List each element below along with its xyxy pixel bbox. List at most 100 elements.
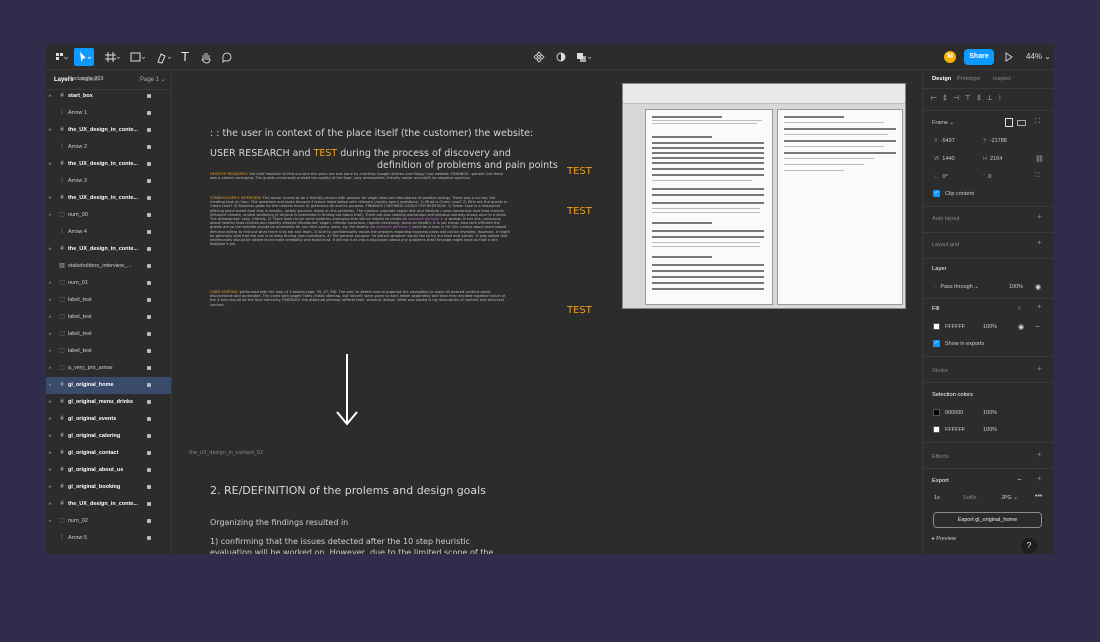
hand-tool-icon[interactable] [198, 48, 214, 66]
lock-icon[interactable] [147, 264, 151, 268]
text-tool-icon[interactable]: T [178, 48, 192, 66]
add-export-icon[interactable]: + [1037, 474, 1042, 483]
lock-icon[interactable] [147, 502, 151, 506]
layer-row[interactable]: ▸ # start_box [46, 88, 171, 105]
expand-caret-icon[interactable]: ▸ [49, 292, 52, 309]
layer-row[interactable]: ▸ # the_UX_design_in_conte... [46, 122, 171, 139]
fill-visibility-icon[interactable]: ◉ [1018, 323, 1024, 331]
x-field[interactable]: X -5497 [934, 138, 955, 144]
main-menu-icon[interactable] [52, 48, 68, 66]
expand-caret-icon[interactable]: ▸ [49, 428, 52, 445]
expand-caret-icon[interactable]: ▸ [49, 513, 52, 530]
fill-styles-icon[interactable]: ⁘ [1017, 305, 1022, 312]
tab-inspect[interactable]: Inspect [993, 76, 1011, 82]
constrain-proportions-icon[interactable]: ⛓ [1035, 155, 1044, 163]
add-fill-icon[interactable]: + [1037, 302, 1042, 311]
lock-icon[interactable] [147, 485, 151, 489]
lock-icon[interactable] [147, 332, 151, 336]
layer-row[interactable]: ▨ stakeholders_interview_... [46, 258, 171, 275]
lock-icon[interactable] [147, 383, 151, 387]
stakeholders-interview-image[interactable] [622, 83, 906, 309]
shape-tool-icon[interactable] [128, 48, 148, 66]
tab-prototype[interactable]: Prototype [957, 76, 981, 82]
help-button[interactable]: ? [1021, 538, 1037, 554]
mask-icon[interactable] [554, 48, 568, 66]
expand-caret-icon[interactable]: ▸ [49, 275, 52, 292]
lock-icon[interactable] [147, 349, 151, 353]
layer-row[interactable]: ⁞ Arrow 5 [46, 530, 171, 547]
user-avatar[interactable]: M [944, 51, 956, 63]
lock-icon[interactable] [147, 145, 151, 149]
expand-caret-icon[interactable]: ▸ [49, 190, 52, 207]
expand-caret-icon[interactable]: ▸ [49, 309, 52, 326]
layer-row[interactable]: ▸ # gl_original_home [46, 377, 171, 394]
export-button[interactable]: Export gl_original_home [933, 512, 1042, 528]
expand-caret-icon[interactable]: ▸ [49, 411, 52, 428]
add-auto-layout-icon[interactable]: + [1037, 212, 1042, 221]
expand-caret-icon[interactable]: ▸ [49, 496, 52, 513]
remove-export-icon[interactable]: − [1017, 475, 1022, 484]
resize-icon[interactable]: ⛶ [1035, 118, 1040, 126]
preview-toggle[interactable]: ▸ Preview [932, 536, 956, 542]
lock-icon[interactable] [147, 536, 151, 540]
layer-row[interactable]: ▸ ⬚ num_02 [46, 513, 171, 530]
expand-caret-icon[interactable]: ▸ [49, 122, 52, 139]
remove-fill-icon[interactable]: − [1035, 322, 1040, 331]
export-scale[interactable]: 1x [934, 495, 940, 501]
lock-icon[interactable] [147, 128, 151, 132]
zoom-dropdown[interactable]: 44% ⌄ [1026, 49, 1051, 65]
selection-color-hex[interactable]: FFFFFF [945, 427, 965, 433]
layer-row[interactable]: ▸ # the_UX_design_in_conte... [46, 241, 171, 258]
expand-caret-icon[interactable]: ▸ [49, 462, 52, 479]
comment-tool-icon[interactable] [220, 48, 234, 66]
export-more-icon[interactable]: ••• [1035, 493, 1042, 500]
layer-row[interactable]: ▭ Rectangle 203 [46, 71, 171, 88]
expand-caret-icon[interactable]: ▸ [49, 479, 52, 496]
rotation-field[interactable]: ∟ 0° [934, 174, 948, 180]
portrait-icon[interactable] [1005, 118, 1013, 127]
eye-icon[interactable]: ◉ [1035, 283, 1041, 291]
layer-row[interactable]: ▸ # the_UX_design_in_conte... [46, 496, 171, 513]
expand-caret-icon[interactable]: ▸ [49, 360, 52, 377]
selection-color-swatch[interactable] [933, 409, 940, 416]
layer-row[interactable]: ▸ # the_UX_design_in_conte... [46, 156, 171, 173]
lock-icon[interactable] [147, 213, 151, 217]
layer-row[interactable]: ▸ ⬚ num_01 [46, 275, 171, 292]
export-format-dropdown[interactable]: JPG ⌄ [1001, 495, 1018, 501]
frame-name-label[interactable]: the_UX_design_in_context_02 [189, 450, 263, 456]
layer-row[interactable]: ▸ # gl_original_events [46, 411, 171, 428]
layer-row[interactable]: ⁞ Arrow 1 [46, 105, 171, 122]
expand-caret-icon[interactable]: ▸ [49, 207, 52, 224]
expand-caret-icon[interactable]: ▸ [49, 343, 52, 360]
expand-caret-icon[interactable]: ▸ [49, 156, 52, 173]
layer-row[interactable]: ▸ ⬚ label_test [46, 326, 171, 343]
clip-content-checkbox[interactable]: ✓ [933, 190, 940, 197]
layer-row[interactable]: ▸ ⬚ label_test [46, 343, 171, 360]
lock-icon[interactable] [147, 230, 151, 234]
selection-color-swatch[interactable] [933, 426, 940, 433]
y-field[interactable]: Y -21788 [983, 138, 1007, 144]
boolean-icon[interactable] [574, 48, 594, 66]
fill-swatch[interactable] [933, 323, 940, 330]
selection-color-opacity[interactable]: 100% [983, 427, 997, 433]
lock-icon[interactable] [147, 162, 151, 166]
show-in-exports-checkbox[interactable]: ✓ [933, 340, 940, 347]
lock-icon[interactable] [147, 451, 151, 455]
lock-icon[interactable] [147, 94, 151, 98]
tab-design[interactable]: Design [932, 76, 951, 82]
layer-row[interactable]: ▸ ⬚ num_00 [46, 207, 171, 224]
lock-icon[interactable] [147, 417, 151, 421]
expand-caret-icon[interactable]: ▸ [49, 445, 52, 462]
layer-row[interactable]: ▸ # the_UX_design_in_conte... [46, 190, 171, 207]
blend-mode-dropdown[interactable]: ◌ Pass through ⌄ [934, 284, 979, 290]
lock-icon[interactable] [147, 281, 151, 285]
share-button[interactable]: Share [964, 49, 994, 65]
frame-tool-icon[interactable] [102, 48, 122, 66]
h-field[interactable]: H 2164 [983, 156, 1002, 162]
expand-caret-icon[interactable]: ▸ [49, 394, 52, 411]
present-icon[interactable] [1003, 48, 1015, 66]
layer-row[interactable]: ▸ ⬚ label_test [46, 309, 171, 326]
radius-field[interactable]: ◜ 0 [983, 174, 991, 180]
lock-icon[interactable] [147, 247, 151, 251]
lock-icon[interactable] [147, 366, 151, 370]
